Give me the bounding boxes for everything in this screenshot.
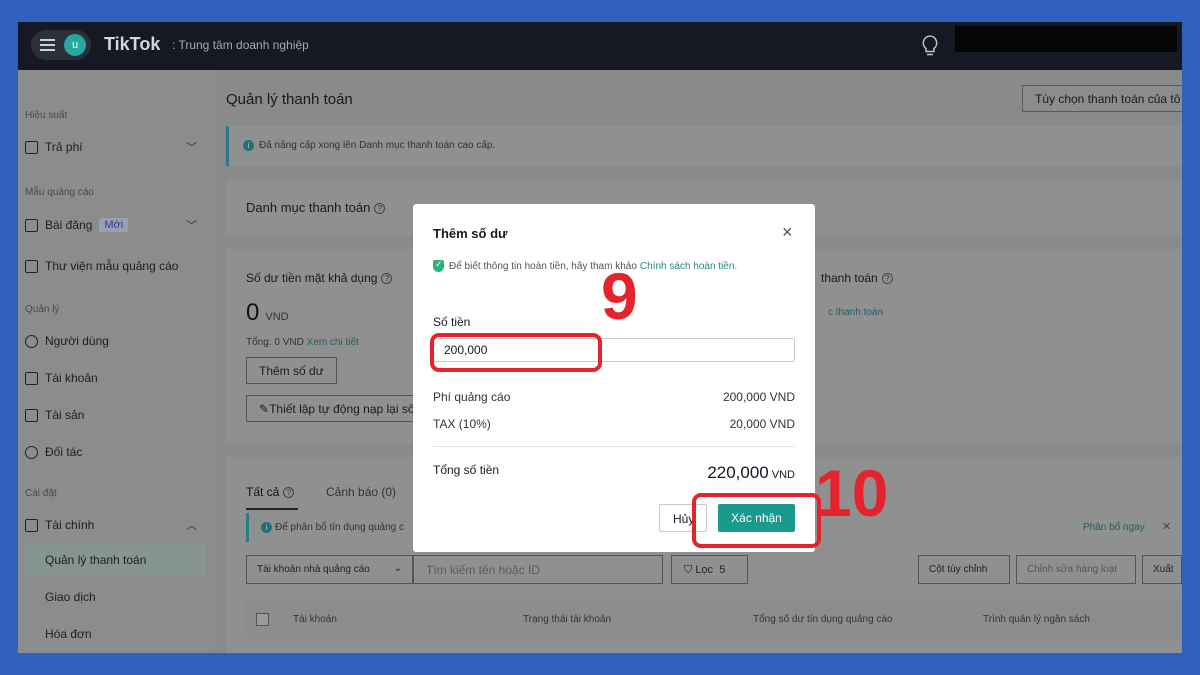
menu-toggle[interactable]: u xyxy=(31,30,91,60)
tiktok-logo[interactable]: TikTok xyxy=(104,34,160,55)
wallet-icon xyxy=(25,518,38,532)
add-balance-button[interactable]: Thêm số dư xyxy=(246,357,337,384)
sidebar-item-label: Người dùng xyxy=(45,334,109,348)
sidebar-item-label: Đối tác xyxy=(45,445,83,459)
sidebar-item-label: Tài khoản xyxy=(45,371,98,385)
help-icon[interactable]: ? xyxy=(374,203,386,215)
help-icon[interactable]: ? xyxy=(881,273,893,285)
balance-title: Số dư tiền mặt khả dụng? xyxy=(246,271,393,285)
custom-columns-button[interactable]: Cột tùy chỉnh xyxy=(918,555,1010,584)
total-label: Tổng số tiền xyxy=(433,463,500,477)
payment-options-button[interactable]: Tùy chọn thanh toán của tô xyxy=(1022,85,1182,112)
search-input[interactable]: Tìm kiếm tên hoặc ID xyxy=(413,555,663,584)
chevron-down-icon: ⌄ xyxy=(393,563,402,574)
top-bar: u TikTok : Trung tâm doanh nghiệp xyxy=(18,22,1182,70)
sidebar-item-partners[interactable]: Đối tác xyxy=(25,439,205,465)
redacted-account-area xyxy=(955,26,1177,52)
sidebar-section-settings: Cài đặt xyxy=(25,488,57,499)
sidebar-item-finance[interactable]: Tài chính ︿ xyxy=(25,512,205,538)
sidebar-item-users[interactable]: Người dùng xyxy=(25,328,205,354)
chart-icon xyxy=(25,140,38,154)
library-icon xyxy=(25,259,38,273)
help-icon[interactable]: ? xyxy=(283,487,295,499)
sidebar-section-performance: Hiệu suất xyxy=(25,110,68,121)
filter-button[interactable]: ⛉ Lọc 5 xyxy=(671,555,748,584)
help-icon[interactable]: ? xyxy=(381,273,393,285)
advertiser-account-select[interactable]: Tài khoản nhà quảng cáo ⌄ xyxy=(246,555,413,584)
close-icon[interactable]: × xyxy=(782,222,793,243)
avatar[interactable]: u xyxy=(64,34,86,56)
sidebar-subitem-payment-management[interactable]: Quản lý thanh toán xyxy=(45,553,146,567)
payment-method-link[interactable]: c thanh toán xyxy=(828,307,883,318)
column-header[interactable]: Tổng số dư tín dụng quảng cáo xyxy=(753,614,893,625)
balance-total: Tổng: 0 VND Xem chi tiết xyxy=(246,337,359,348)
column-header[interactable]: Tài khoản xyxy=(293,614,337,625)
chevron-up-icon: ︿ xyxy=(186,520,197,532)
bulk-edit-button[interactable]: Chỉnh sửa hàng loạt xyxy=(1016,555,1136,584)
banner-text: Đã nâng cấp xong lên Danh mục thanh toán… xyxy=(259,140,496,151)
annotation-step-9: 9 xyxy=(601,259,638,333)
allocate-now-link[interactable]: Phân bổ ngay xyxy=(1083,522,1145,533)
hamburger-icon xyxy=(40,39,55,51)
sidebar-item-creative-library[interactable]: Thư viện mẫu quảng cáo xyxy=(25,253,205,279)
new-badge: Mới xyxy=(99,218,129,232)
chevron-down-icon: ﹀ xyxy=(186,220,197,232)
upgrade-info-banner: i Đã nâng cấp xong lên Danh mục thanh to… xyxy=(226,126,1182,166)
partners-icon xyxy=(25,445,38,459)
lightbulb-icon[interactable] xyxy=(920,34,940,58)
payment-method-title: thanh toán? xyxy=(821,271,893,285)
refund-policy-link[interactable]: Chính sách hoàn tiền. xyxy=(640,261,737,272)
auto-reload-button[interactable]: ✎Thiết lập tự động nạp lại số xyxy=(246,395,426,422)
sidebar-item-posts[interactable]: Bài đăng Mới ﹀ xyxy=(25,212,205,238)
building-icon xyxy=(25,408,38,422)
user-icon xyxy=(25,334,38,348)
sidebar-item-label: Trả phí xyxy=(45,140,83,154)
sidebar-section-manage: Quản lý xyxy=(25,304,60,315)
column-header[interactable]: Trình quản lý ngân sách xyxy=(983,614,1090,625)
annotation-box-confirm xyxy=(692,493,821,548)
column-header[interactable]: Trạng thái tài khoản xyxy=(523,614,611,625)
view-details-link[interactable]: Xem chi tiết xyxy=(307,337,359,348)
refund-note: Để biết thông tin hoàn tiền, hãy tham kh… xyxy=(433,259,737,272)
app-subtitle: : Trung tâm doanh nghiệp xyxy=(172,38,309,52)
tab-alerts[interactable]: Cảnh báo (0) xyxy=(326,485,396,499)
close-icon[interactable]: ✕ xyxy=(1162,520,1171,533)
dialog-title: Thêm số dư xyxy=(433,226,508,241)
sidebar-subitem-transactions[interactable]: Giao dịch xyxy=(45,590,96,604)
sidebar-item-label: Tài sản xyxy=(45,408,85,422)
table-header: Tài khoản Trạng thái tài khoản Tổng số d… xyxy=(246,599,1182,639)
balance-amount: 0 VND xyxy=(246,299,289,326)
total-amount: 220,000 VND xyxy=(707,463,795,482)
sidebar-item-label: Bài đăng xyxy=(45,218,93,232)
tax-row: TAX (10%) 20,000 VND xyxy=(433,417,795,431)
shield-check-icon xyxy=(433,259,444,272)
banner-text: Để phân bổ tín dụng quảng c xyxy=(275,522,404,533)
image-icon xyxy=(25,218,38,232)
sidebar: Hiệu suất Trả phí ﹀ Mẫu quảng cáo Bài đă… xyxy=(18,70,213,653)
chevron-down-icon: ﹀ xyxy=(186,142,197,154)
annotation-box-amount xyxy=(430,333,602,372)
catalog-title: Danh mục thanh toán? xyxy=(246,200,386,215)
page-title: Quản lý thanh toán xyxy=(226,91,353,108)
sidebar-item-assets[interactable]: Tài sản xyxy=(25,402,205,428)
tab-all[interactable]: Tất cả? xyxy=(246,485,295,499)
filter-icon: ⛉ xyxy=(684,564,696,576)
sidebar-item-accounts[interactable]: Tài khoản xyxy=(25,365,205,391)
annotation-step-10: 10 xyxy=(815,456,889,530)
store-icon xyxy=(25,371,38,385)
sidebar-subitem-invoices[interactable]: Hóa đơn xyxy=(45,627,92,641)
sidebar-item-payment[interactable]: Trả phí ﹀ xyxy=(25,134,205,160)
sidebar-item-label: Thư viện mẫu quảng cáo xyxy=(45,259,179,273)
select-all-checkbox[interactable] xyxy=(256,613,269,626)
sidebar-section-creatives: Mẫu quảng cáo xyxy=(25,187,94,198)
info-icon: i xyxy=(261,522,272,533)
sidebar-item-label: Tài chính xyxy=(45,518,95,532)
pencil-icon: ✎ xyxy=(259,402,270,416)
info-icon: i xyxy=(243,140,254,151)
ad-fee-row: Phí quảng cáo 200,000 VND xyxy=(433,390,795,404)
active-tab-indicator xyxy=(246,508,298,510)
amount-label: Số tiền xyxy=(433,315,471,329)
divider xyxy=(433,446,795,447)
export-button[interactable]: Xuất xyxy=(1142,555,1182,584)
